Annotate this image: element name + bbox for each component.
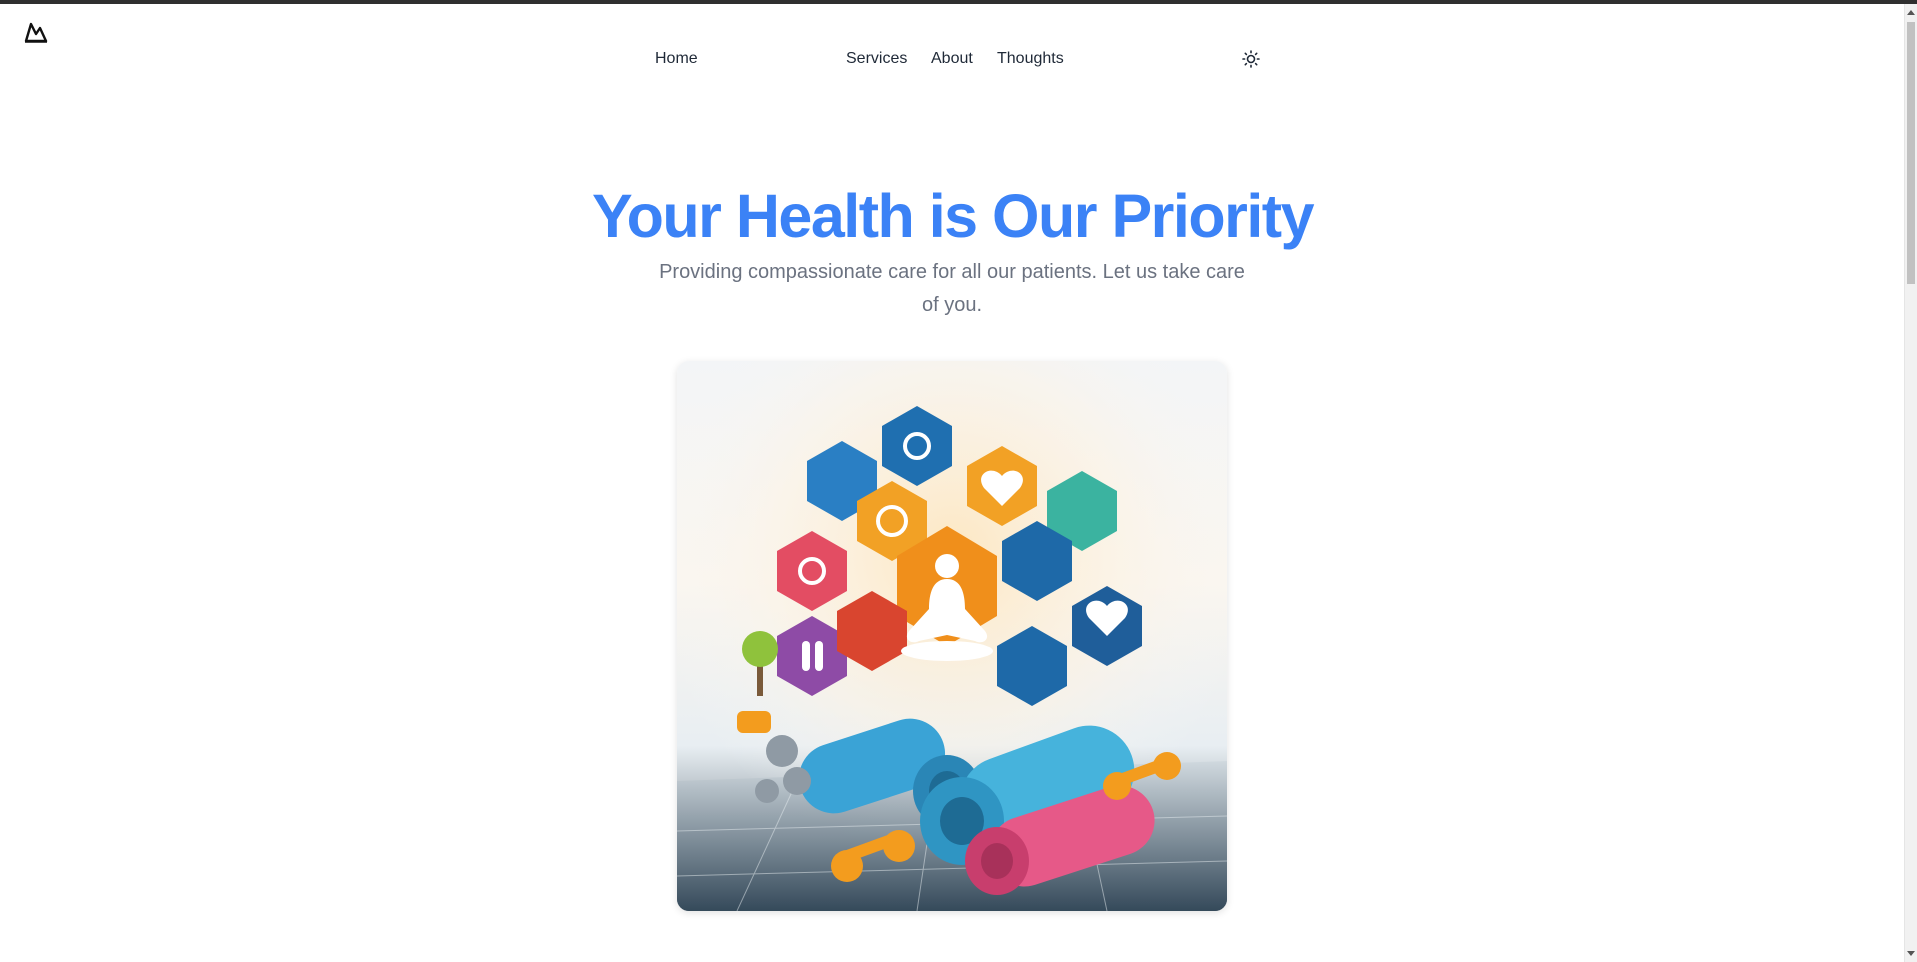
scrollbar-thumb[interactable] xyxy=(1907,22,1915,284)
scroll-up-arrow-icon[interactable] xyxy=(1907,10,1915,15)
page-scrollbar[interactable] xyxy=(1904,4,1917,962)
nav-about-link[interactable]: About xyxy=(931,48,973,70)
mountain-logo-icon[interactable] xyxy=(22,18,50,46)
hero-title: Your Health is Our Priority xyxy=(591,182,1315,250)
scroll-down-arrow-icon[interactable] xyxy=(1907,951,1915,956)
nav-services-link[interactable]: Services xyxy=(846,48,907,70)
nav-home-link[interactable]: Home xyxy=(655,48,698,70)
sun-icon xyxy=(1242,50,1260,68)
browser-top-strip xyxy=(0,0,1917,4)
theme-toggle-button[interactable] xyxy=(1240,48,1262,70)
hero-health-illustration xyxy=(677,361,1227,911)
main-nav: Home Services About Thoughts xyxy=(0,48,1905,72)
hero-subtitle: Providing compassionate care for all our… xyxy=(659,261,1245,316)
nav-thoughts-link[interactable]: Thoughts xyxy=(997,48,1064,70)
